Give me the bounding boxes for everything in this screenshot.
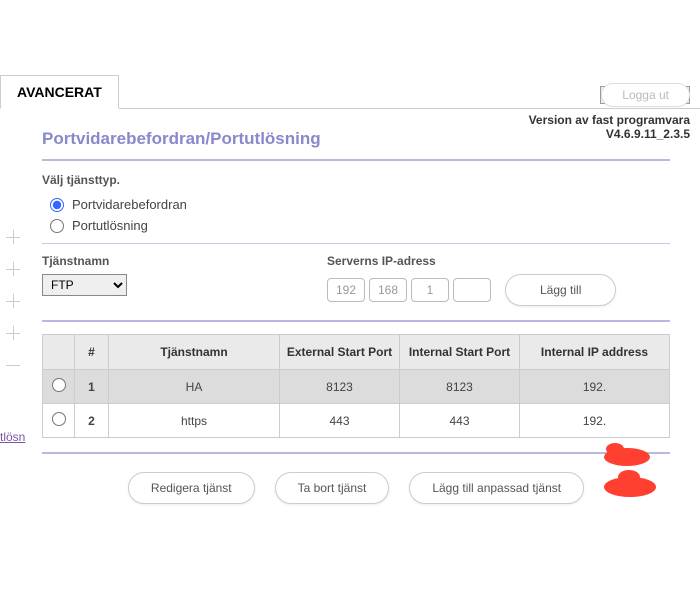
redaction-blob xyxy=(618,470,640,484)
edit-service-button[interactable]: Redigera tjänst xyxy=(128,472,255,504)
service-name-label: Tjänstnamn xyxy=(42,254,127,268)
col-name: Tjänstnamn xyxy=(109,335,280,370)
services-table: # Tjänstnamn External Start Port Interna… xyxy=(42,334,670,438)
cell-num: 1 xyxy=(75,370,109,404)
cell-name: HA xyxy=(109,370,280,404)
col-ip: Internal IP address xyxy=(520,335,670,370)
cell-ip: 192. xyxy=(520,370,670,404)
cell-int: 8123 xyxy=(400,370,520,404)
delete-service-button[interactable]: Ta bort tjänst xyxy=(275,472,390,504)
ip-octet-2[interactable] xyxy=(369,278,407,302)
ip-octet-1[interactable] xyxy=(327,278,365,302)
divider xyxy=(42,243,670,244)
radio-port-trigger-label: Portutlösning xyxy=(72,218,148,233)
divider xyxy=(42,320,670,322)
table-row[interactable]: 2 https 443 443 192. xyxy=(43,404,670,438)
logout-button[interactable]: Logga ut xyxy=(601,83,690,107)
select-type-label: Välj tjänsttyp. xyxy=(42,173,670,187)
cell-num: 2 xyxy=(75,404,109,438)
cell-int: 443 xyxy=(400,404,520,438)
cell-ext: 8123 xyxy=(280,370,400,404)
ip-octet-3[interactable] xyxy=(411,278,449,302)
divider xyxy=(42,452,670,454)
row-select-radio[interactable] xyxy=(52,378,66,392)
service-name-select[interactable]: FTP xyxy=(42,274,127,296)
cell-name: https xyxy=(109,404,280,438)
radio-port-forward[interactable]: Portvidarebefordran xyxy=(50,197,670,212)
col-num: # xyxy=(75,335,109,370)
page-title: Portvidarebefordran/Portutlösning xyxy=(42,129,670,149)
col-select xyxy=(43,335,75,370)
table-row[interactable]: 1 HA 8123 8123 192. xyxy=(43,370,670,404)
radio-port-forward-label: Portvidarebefordran xyxy=(72,197,187,212)
tab-advanced[interactable]: AVANCERAT xyxy=(0,75,119,109)
radio-port-trigger-input[interactable] xyxy=(50,219,64,233)
row-select-radio[interactable] xyxy=(52,412,66,426)
cell-ext: 443 xyxy=(280,404,400,438)
radio-port-trigger[interactable]: Portutlösning xyxy=(50,218,670,233)
ip-octet-4[interactable] xyxy=(453,278,491,302)
add-custom-service-button[interactable]: Lägg till anpassad tjänst xyxy=(409,472,584,504)
redaction-blob xyxy=(606,443,624,455)
divider xyxy=(42,159,670,161)
radio-port-forward-input[interactable] xyxy=(50,198,64,212)
server-ip-label: Serverns IP-adress xyxy=(327,254,616,268)
col-ext-port: External Start Port xyxy=(280,335,400,370)
col-int-port: Internal Start Port xyxy=(400,335,520,370)
cell-ip: 192. xyxy=(520,404,670,438)
add-button[interactable]: Lägg till xyxy=(505,274,616,306)
